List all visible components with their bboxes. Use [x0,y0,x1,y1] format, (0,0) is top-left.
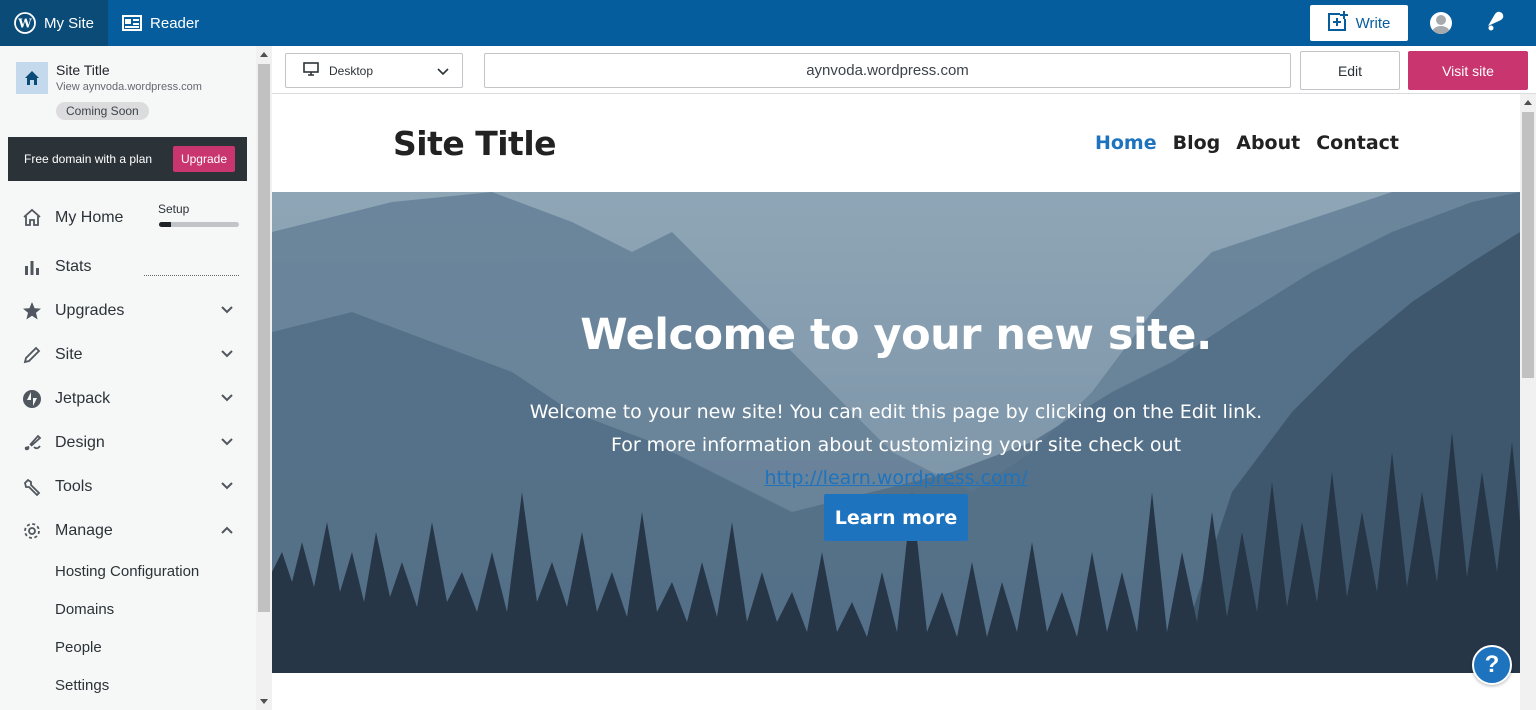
scrollbar-thumb[interactable] [1522,112,1534,378]
hero-title: Welcome to your new site. [580,310,1212,360]
preview-site-nav: Home Blog About Contact [1095,132,1399,154]
write-label: Write [1355,14,1391,32]
site-title: Site Title [56,62,110,78]
preview-url-field[interactable]: aynvoda.wordpress.com [484,53,1291,88]
scrollbar-thumb[interactable] [258,64,270,612]
brush-icon [22,433,42,453]
sidebar-item-jetpack[interactable]: Jetpack [0,377,256,421]
help-button[interactable]: ? [1472,645,1512,685]
scroll-down-arrow-icon[interactable] [260,699,268,704]
site-url-link[interactable]: View aynvoda.wordpress.com [56,81,202,93]
sidebar-item-label: My Home [55,209,124,226]
nav-link-contact[interactable]: Contact [1316,132,1399,154]
sidebar-item-label: Manage [55,522,113,539]
home-icon [16,62,48,94]
scroll-up-arrow-icon[interactable] [1524,100,1532,105]
submenu-domains[interactable]: Domains [55,601,114,618]
avatar[interactable] [1430,12,1452,34]
reader-label: Reader [150,14,200,32]
pencil-icon [22,345,42,365]
hero-section: Welcome to your new site. Welcome to you… [272,192,1520,673]
svg-text:W: W [17,17,32,31]
sidebar-item-my-home[interactable]: My Home Setup [0,196,256,240]
sidebar-item-label: Site [55,346,83,363]
nav-link-blog[interactable]: Blog [1173,132,1221,154]
reader-icon [122,15,143,31]
chevron-down-icon [220,303,234,322]
sidebar-item-manage[interactable]: Manage [0,509,256,553]
upgrade-button[interactable]: Upgrade [172,146,235,172]
masterbar: W My Site Reader Write [0,0,1536,46]
chevron-down-icon [220,435,234,454]
chevron-down-icon [220,479,234,498]
sidebar-item-label: Upgrades [55,302,125,319]
reader-tab[interactable]: Reader [108,0,213,46]
sidebar-item-label: Stats [55,258,92,275]
chevron-down-icon [220,391,234,410]
sidebar-item-label: Design [55,434,105,451]
learn-more-button[interactable]: Learn more [824,494,968,541]
submenu-settings[interactable]: Settings [55,677,109,694]
learn-wordpress-link[interactable]: http://learn.wordpress.com/ [764,467,1027,489]
scroll-up-arrow-icon[interactable] [260,52,268,57]
submenu-hosting-configuration[interactable]: Hosting Configuration [55,563,199,580]
hero-body: Welcome to your new site! You can edit t… [529,401,1263,456]
setup-progress-fill [159,222,171,227]
sidebar-item-upgrades[interactable]: Upgrades [0,289,256,333]
device-select[interactable]: Desktop [285,53,463,88]
my-site-label: My Site [44,14,95,32]
free-domain-promo[interactable]: Free domain with a plan Upgrade [8,137,247,181]
nav-link-about[interactable]: About [1236,132,1300,154]
hero-text: Welcome to your new site! You can edit t… [522,396,1270,495]
write-button[interactable]: Write [1310,5,1408,41]
notifications-icon[interactable] [1484,10,1506,37]
chevron-down-icon [437,66,449,80]
house-icon [22,208,42,228]
preview-scrollbar[interactable] [1520,94,1536,710]
gear-icon [22,521,42,541]
jetpack-icon [22,389,42,409]
sidebar: Site Title View aynvoda.wordpress.com Co… [0,46,256,710]
setup-progress-bar [159,222,239,227]
sidebar-item-tools[interactable]: Tools [0,465,256,509]
stats-icon [22,257,42,277]
edit-button[interactable]: Edit [1300,51,1400,90]
setup-label: Setup [158,202,190,216]
write-icon [1327,11,1348,35]
nav-link-home[interactable]: Home [1095,132,1157,154]
star-icon [22,301,42,321]
sidebar-item-label: Jetpack [55,390,111,407]
device-label: Desktop [329,63,374,78]
sidebar-item-stats[interactable]: Stats [0,245,256,289]
promo-text: Free domain with a plan [24,152,153,166]
preview-toolbar: Desktop aynvoda.wordpress.com Edit Visit… [272,46,1536,94]
wordpress-logo-icon: W [14,12,36,34]
visit-site-button[interactable]: Visit site [1408,51,1528,90]
chevron-up-icon [220,523,234,542]
preview-site-title[interactable]: Site Title [393,124,557,163]
submenu-people[interactable]: People [55,639,102,656]
my-site-tab[interactable]: W My Site [0,0,109,46]
site-preview: Site Title Home Blog About Contact Welco… [272,94,1520,710]
wrench-icon [22,477,42,497]
chevron-down-icon [220,347,234,366]
sidebar-scrollbar[interactable] [256,46,272,710]
coming-soon-badge: Coming Soon [56,102,149,120]
sidebar-item-label: Tools [55,478,93,495]
sidebar-item-site[interactable]: Site [0,333,256,377]
sidebar-item-design[interactable]: Design [0,421,256,465]
divider [144,275,239,276]
desktop-icon [303,62,319,79]
